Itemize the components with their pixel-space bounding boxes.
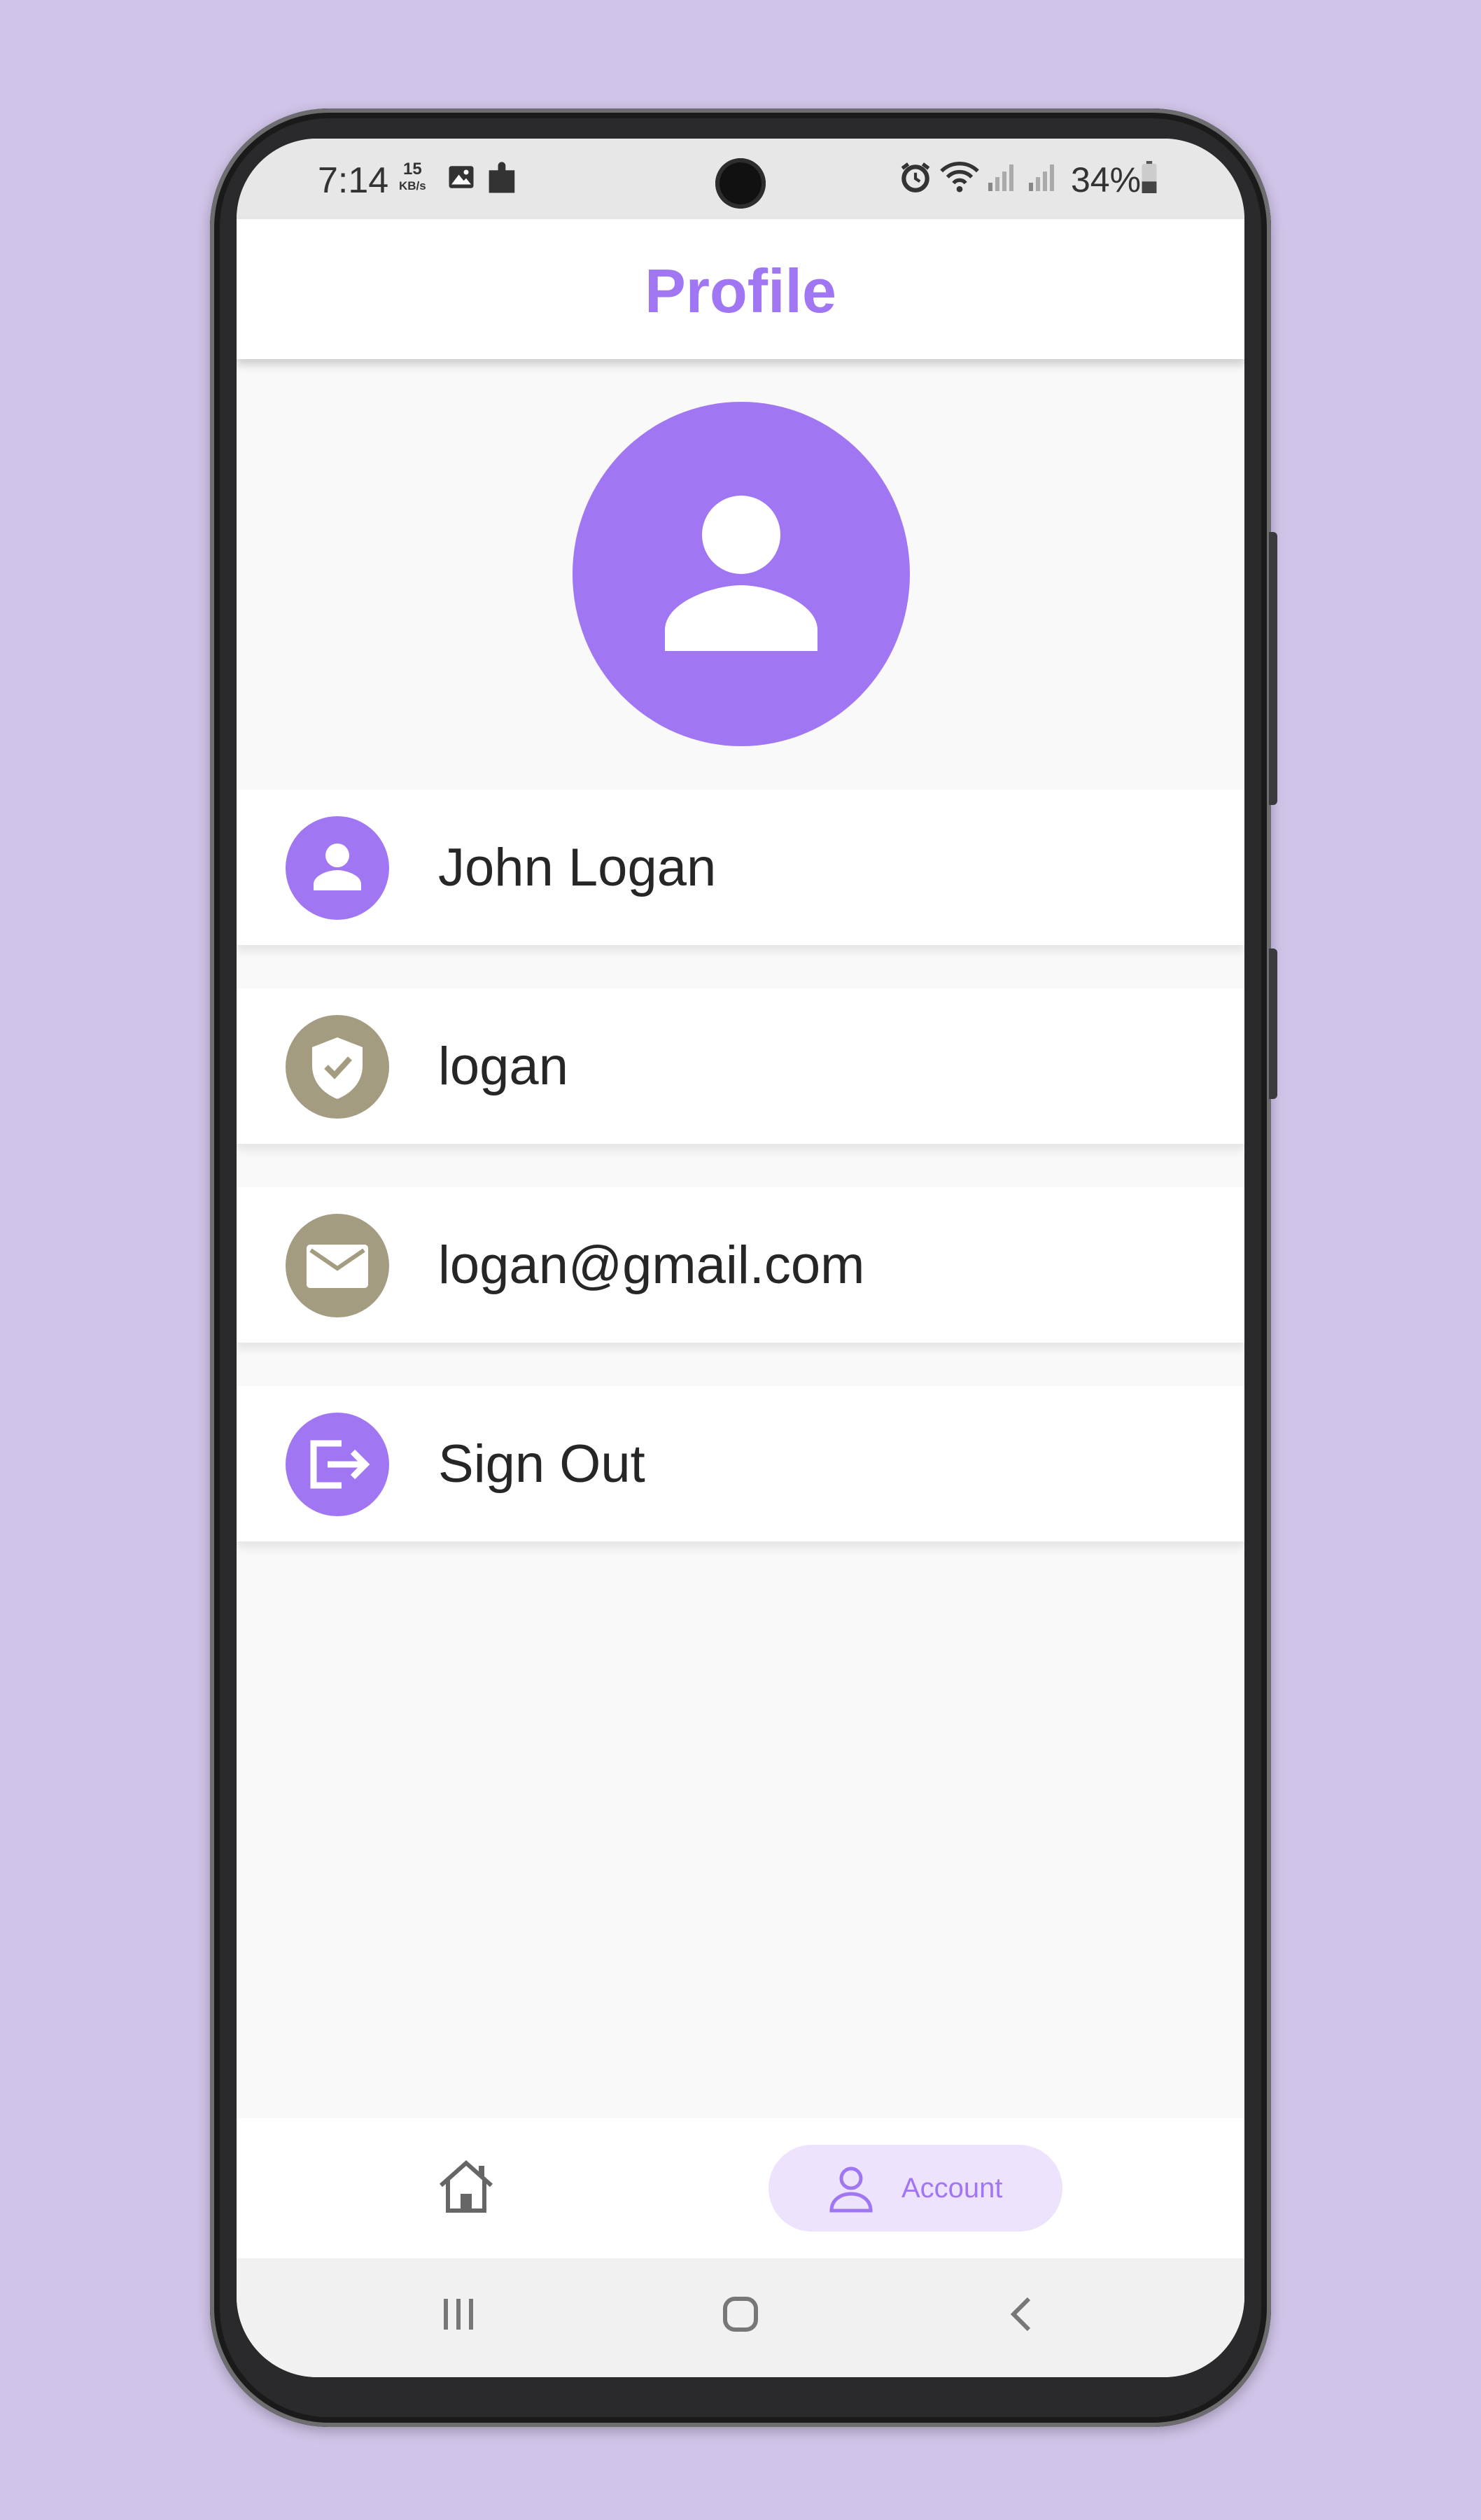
network-speed-value: 15 [403, 160, 422, 178]
network-speed: 15 KB/s [399, 161, 426, 195]
shield-check-icon [286, 1015, 389, 1119]
puzzle-icon [484, 158, 521, 201]
home-nav-button[interactable] [433, 2152, 500, 2219]
profile-username: logan [438, 1037, 568, 1096]
page-title: Profile [645, 256, 836, 326]
sign-out-button[interactable]: Sign Out [237, 1386, 1244, 1541]
screen: 7:14 15 KB/s 34% Profile John Logan loga… [237, 139, 1244, 2377]
status-time: 7:14 [318, 160, 389, 201]
profile-name: John Logan [438, 838, 717, 897]
recents-icon[interactable] [440, 2293, 479, 2339]
sign-out-icon [286, 1413, 389, 1516]
profile-email: logan@gmail.com [438, 1236, 865, 1295]
back-icon[interactable] [1005, 2293, 1036, 2339]
profile-row-username: logan [237, 988, 1244, 1144]
app-header: Profile [237, 219, 1244, 359]
home-button-icon[interactable] [720, 2293, 761, 2339]
alarm-icon [898, 160, 933, 198]
person-icon [665, 496, 817, 651]
account-nav-button[interactable]: Account [768, 2145, 1062, 2232]
front-camera [715, 158, 766, 209]
mail-icon [286, 1214, 389, 1317]
sign-out-label: Sign Out [438, 1434, 645, 1494]
power-button [1269, 948, 1277, 1099]
wifi-icon [940, 160, 979, 198]
signal-icon [1026, 161, 1057, 197]
volume-button [1269, 532, 1277, 805]
system-nav-bar [237, 2258, 1244, 2377]
signal-icon [985, 161, 1016, 197]
network-speed-unit: KB/s [399, 179, 426, 192]
status-bar: 7:14 15 KB/s 34% [237, 139, 1244, 219]
account-nav-label: Account [901, 2173, 1003, 2204]
battery-icon [1139, 161, 1159, 197]
person-icon [286, 816, 389, 920]
profile-row-email: logan@gmail.com [237, 1187, 1244, 1343]
image-icon [447, 162, 476, 195]
battery-level: 34% [1071, 160, 1142, 200]
bottom-nav: Account [237, 2118, 1244, 2258]
account-icon [829, 2166, 873, 2213]
home-icon [440, 2160, 493, 2213]
profile-row-name: John Logan [237, 790, 1244, 945]
profile-avatar [573, 402, 910, 746]
